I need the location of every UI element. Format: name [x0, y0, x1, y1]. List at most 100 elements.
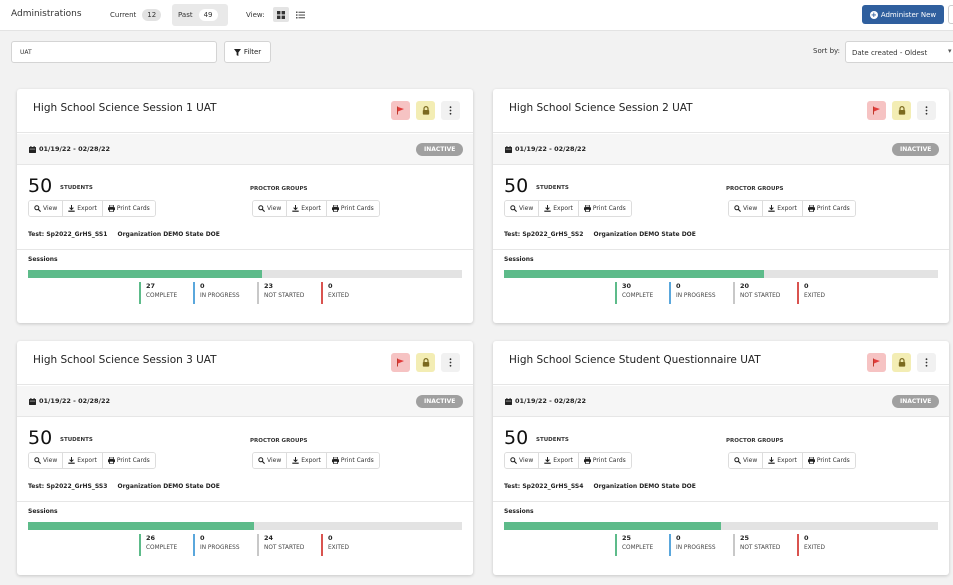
test-info: Test: Sp2022_GrHS_SS3 Organization DEMO …	[28, 483, 220, 490]
students-count: 50	[504, 175, 529, 197]
view-label: View:	[246, 11, 265, 19]
grid-icon	[277, 10, 285, 19]
more-options-button[interactable]	[441, 101, 460, 120]
in-progress-count: 0	[676, 534, 681, 542]
export-label: Export	[777, 457, 797, 464]
students-view-button[interactable]: View	[505, 201, 540, 216]
status-badge: INACTIVE	[892, 395, 940, 408]
vertical-ellipsis-icon	[925, 358, 928, 367]
filter-button[interactable]: Filter	[224, 41, 271, 63]
print-icon	[331, 457, 339, 464]
students-view-button[interactable]: View	[29, 201, 64, 216]
test-info: Test: Sp2022_GrHS_SS4 Organization DEMO …	[504, 483, 696, 490]
not-started-label: NOT STARTED	[740, 545, 781, 551]
sort-select[interactable]: Date created - Oldest	[845, 41, 953, 63]
in-progress-label: IN PROGRESS	[200, 545, 240, 551]
students-print-cards-button[interactable]: Print Cards	[578, 453, 631, 468]
tab-past[interactable]: Past 49	[172, 4, 228, 26]
flag-button[interactable]	[867, 101, 886, 120]
proctor-print-cards-button[interactable]: Print Cards	[802, 453, 855, 468]
test-name: Sp2022_GrHS_SS3	[46, 483, 108, 490]
not-started-count: 25	[740, 534, 750, 542]
exited-label: EXITED	[804, 545, 826, 551]
sessions-progress-bar	[28, 522, 462, 530]
date-range-text: 01/19/22 - 02/28/22	[39, 397, 110, 405]
in-progress-label: IN PROGRESS	[676, 545, 716, 551]
proctor-view-button[interactable]: View	[253, 201, 288, 216]
card-header: High School Science Session 3 UAT	[17, 341, 473, 385]
students-view-button[interactable]: View	[505, 453, 540, 468]
current-count-badge: 12	[142, 9, 162, 21]
flag-icon	[397, 358, 404, 367]
complete-label: COMPLETE	[622, 545, 654, 551]
card-date-bar: 01/19/22 - 02/28/22 INACTIVE	[17, 386, 473, 417]
page-title: Administrations	[11, 9, 82, 19]
not-started-count: 20	[740, 282, 750, 290]
students-export-button[interactable]: Export	[539, 453, 579, 468]
search-input[interactable]: UAT	[11, 41, 217, 63]
proctor-export-button[interactable]: Export	[287, 453, 327, 468]
in-progress-count: 0	[676, 282, 681, 290]
proctor-view-button[interactable]: View	[729, 201, 764, 216]
complete-count: 27	[146, 282, 156, 290]
card-date-bar: 01/19/22 - 02/28/22 INACTIVE	[493, 386, 949, 417]
lock-button[interactable]	[416, 353, 435, 372]
students-actions: View Export Print Cards	[504, 452, 632, 469]
status-badge: INACTIVE	[892, 143, 940, 156]
vertical-ellipsis-icon	[449, 106, 452, 115]
administer-new-button[interactable]: + Administer New	[862, 5, 944, 24]
sessions-label: Sessions	[504, 256, 534, 263]
date-range: 01/19/22 - 02/28/22	[505, 397, 586, 405]
proctor-export-button[interactable]: Export	[763, 453, 803, 468]
proctor-groups-label: PROCTOR GROUPS	[250, 186, 308, 192]
stat-not-started: 20 NOT STARTED	[733, 282, 780, 304]
print-icon	[331, 205, 339, 212]
proctor-export-button[interactable]: Export	[763, 201, 803, 216]
students-count: 50	[504, 427, 529, 449]
students-print-cards-button[interactable]: Print Cards	[102, 201, 155, 216]
more-options-button[interactable]	[917, 101, 936, 120]
more-options-button[interactable]	[917, 353, 936, 372]
students-print-cards-button[interactable]: Print Cards	[578, 201, 631, 216]
proctor-view-button[interactable]: View	[253, 453, 288, 468]
proctor-print-cards-button[interactable]: Print Cards	[802, 201, 855, 216]
list-view-button[interactable]	[292, 7, 308, 22]
more-options-button[interactable]	[441, 353, 460, 372]
lock-button[interactable]	[416, 101, 435, 120]
proctor-export-button[interactable]: Export	[287, 201, 327, 216]
calendar-icon	[505, 397, 512, 405]
exited-count: 0	[328, 534, 333, 542]
test-prefix: Test:	[504, 483, 521, 490]
students-print-cards-button[interactable]: Print Cards	[102, 453, 155, 468]
download-icon	[768, 457, 775, 464]
card-title: High School Science Session 2 UAT	[509, 102, 693, 114]
flag-button[interactable]	[391, 101, 410, 120]
divider	[493, 249, 949, 250]
proctor-view-button[interactable]: View	[729, 453, 764, 468]
flag-icon	[397, 106, 404, 115]
flag-button[interactable]	[391, 353, 410, 372]
search-icon	[258, 457, 265, 464]
proctor-print-cards-button[interactable]: Print Cards	[326, 453, 379, 468]
students-export-button[interactable]: Export	[63, 201, 103, 216]
filter-icon	[233, 48, 241, 56]
calendar-icon	[29, 397, 36, 405]
print-cards-label: Print Cards	[816, 205, 850, 212]
students-export-button[interactable]: Export	[63, 453, 103, 468]
download-icon	[68, 205, 75, 212]
students-view-button[interactable]: View	[29, 453, 64, 468]
stat-exited: 0 EXITED	[797, 282, 825, 304]
administer-new-label: Administer New	[880, 10, 937, 19]
proctor-print-cards-button[interactable]: Print Cards	[326, 201, 379, 216]
grid-view-button[interactable]	[273, 7, 289, 22]
chevron-down-icon: ▾	[948, 47, 952, 55]
flag-button[interactable]	[867, 353, 886, 372]
tab-current[interactable]: Current 12	[104, 4, 168, 26]
students-export-button[interactable]: Export	[539, 201, 579, 216]
print-cards-label: Print Cards	[116, 457, 150, 464]
lock-button[interactable]	[892, 101, 911, 120]
stat-exited: 0 EXITED	[797, 534, 825, 556]
exited-label: EXITED	[328, 293, 350, 299]
lock-button[interactable]	[892, 353, 911, 372]
overflow-button[interactable]	[948, 5, 953, 24]
